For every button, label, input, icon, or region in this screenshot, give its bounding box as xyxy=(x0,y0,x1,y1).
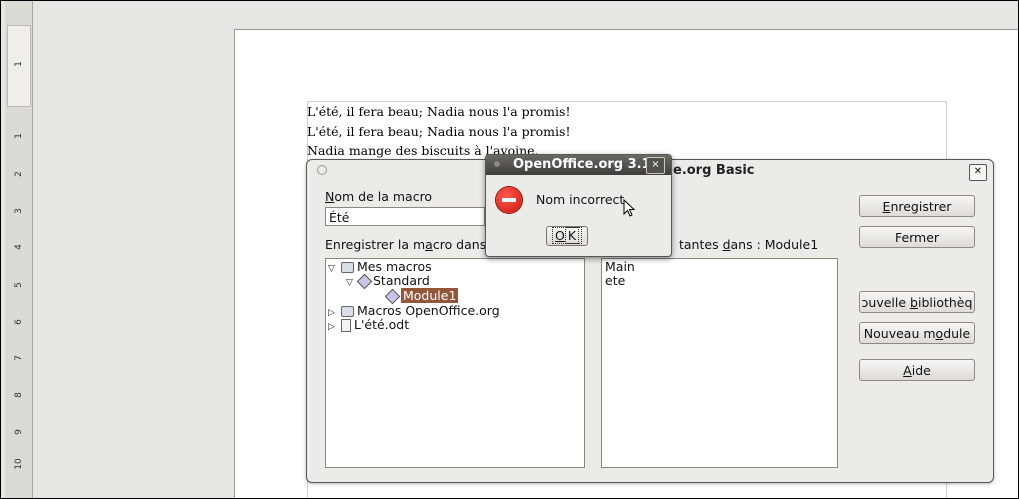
error-dialog-titlebar[interactable]: OpenOffice.org 3.1 × xyxy=(486,155,671,175)
accel-letter: N xyxy=(325,189,335,204)
ok-button[interactable]: OK xyxy=(546,226,588,246)
button-label-rest: K xyxy=(564,227,580,244)
window-menu-icon[interactable] xyxy=(494,161,500,167)
label-text: ans : Module1 xyxy=(730,237,819,252)
document-icon xyxy=(341,319,351,332)
expanded-triangle-icon[interactable]: ▽ xyxy=(328,262,338,276)
ruler-number: 8 xyxy=(14,392,24,398)
vertical-ruler: 1 1 2 3 4 5 6 7 8 9 10 xyxy=(5,1,33,498)
document-line[interactable]: L'été, il fera beau; Nadia nous l'a prom… xyxy=(307,124,570,139)
tree-item-module1[interactable]: Module1 xyxy=(384,288,459,305)
ruler-number: 3 xyxy=(14,208,24,214)
mouse-pointer-icon xyxy=(623,199,636,217)
collapsed-triangle-icon[interactable]: ▷ xyxy=(328,320,338,334)
close-icon[interactable]: ✕ xyxy=(969,164,987,181)
macro-name-input[interactable]: Été xyxy=(325,207,485,226)
ruler-number: 1 xyxy=(14,133,24,139)
macro-dialog-title: e.org Basic xyxy=(673,163,755,178)
label-text: Enregistrer la m xyxy=(325,237,426,252)
basic-library-icon xyxy=(356,273,373,290)
existing-macros-label: tantes dans : Module1 xyxy=(679,237,818,252)
tree-label-selected: Module1 xyxy=(401,288,459,303)
tree-label: Standard xyxy=(373,273,430,288)
new-library-button[interactable]: ɔuvelle bibliothèq xyxy=(859,291,975,313)
error-stop-icon xyxy=(496,187,522,213)
accel-letter: d xyxy=(722,237,731,252)
tree-label: Mes macros xyxy=(357,259,432,274)
button-label: ɔuvelle xyxy=(861,295,911,310)
window-menu-icon[interactable] xyxy=(317,165,327,175)
expanded-triangle-icon[interactable]: ▽ xyxy=(346,276,356,290)
tree-item-document[interactable]: ▷ L'été.odt xyxy=(328,318,409,334)
existing-macros-list[interactable]: Main ete xyxy=(601,258,838,468)
module-icon xyxy=(384,288,401,305)
label-text: tantes xyxy=(679,237,723,252)
accel-letter: b xyxy=(910,295,918,310)
tree-label: Macros OpenOffice.org xyxy=(357,303,500,318)
document-line[interactable]: L'été, il fera beau; Nadia nous l'a prom… xyxy=(307,104,570,119)
close-icon[interactable]: × xyxy=(646,157,665,174)
button-label: ide xyxy=(911,363,931,378)
ruler-number: 10 xyxy=(14,458,24,470)
accel-letter: a xyxy=(425,237,433,252)
tree-label: L'été.odt xyxy=(354,317,410,332)
macro-name-label: Nom de la macro xyxy=(325,189,432,204)
accel-letter: O xyxy=(554,228,565,243)
library-tree[interactable]: ▽ Mes macros ▽ Standard Module1 ▷ Macros Op… xyxy=(325,258,585,468)
button-label: OK xyxy=(551,227,583,244)
list-item[interactable]: ete xyxy=(605,274,625,288)
button-label: nregistrer xyxy=(890,199,952,214)
save-button[interactable]: Enregistrer xyxy=(859,195,975,217)
error-dialog: OpenOffice.org 3.1 × Nom incorrect OK xyxy=(485,154,672,257)
label-text: cro dans xyxy=(432,237,487,252)
button-label: ibliothèq xyxy=(917,295,973,310)
ruler-number: 4 xyxy=(14,244,24,250)
ruler-number: 6 xyxy=(14,319,24,325)
ruler-number: 9 xyxy=(14,429,24,435)
library-icon xyxy=(341,306,354,317)
ruler-number: 5 xyxy=(14,282,24,288)
ruler-number: 7 xyxy=(14,355,24,361)
error-message: Nom incorrect xyxy=(536,192,625,207)
button-label: Nouveau m xyxy=(863,326,936,341)
close-button[interactable]: Fermer xyxy=(859,226,975,248)
ruler-number: 1 xyxy=(14,61,24,67)
help-button[interactable]: Aide xyxy=(859,359,975,381)
new-module-button[interactable]: Nouveau module xyxy=(859,322,975,344)
ruler-number: 2 xyxy=(14,171,24,177)
error-dialog-title: OpenOffice.org 3.1 xyxy=(513,157,651,172)
library-icon xyxy=(341,262,354,273)
button-label: dule xyxy=(943,326,971,341)
label-text: om de la macro xyxy=(334,189,433,204)
list-item[interactable]: Main xyxy=(605,260,635,274)
save-in-label: Enregistrer la macro dans xyxy=(325,237,486,252)
accel-letter: A xyxy=(903,363,912,378)
